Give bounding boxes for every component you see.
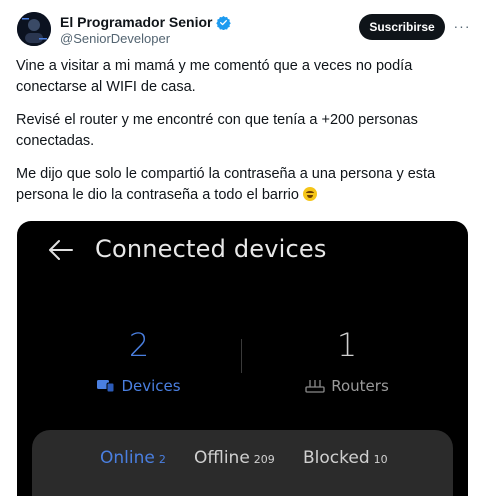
tab-online-label: Online [100, 448, 155, 468]
tab-blocked[interactable]: Blocked 10 [303, 448, 388, 468]
tab-online-count: 2 [158, 453, 166, 466]
tab-online[interactable]: Online 2 [100, 448, 166, 468]
devices-label-row: Devices [89, 377, 189, 395]
tab-offline-count: 209 [253, 453, 275, 466]
routers-count: 1 [336, 326, 358, 364]
avatar-image [17, 12, 51, 46]
tab-blocked-label: Blocked [303, 448, 370, 468]
devices-label: Devices [121, 377, 181, 395]
router-icon [305, 380, 325, 393]
routers-stat: 1 Routers [289, 325, 405, 395]
author-name-row[interactable]: El Programador Senior [60, 14, 232, 30]
tweet-paragraph-text: Me dijo que solo le compartió la contras… [16, 166, 436, 203]
routers-label-row: Routers [289, 377, 405, 395]
back-arrow-icon [49, 240, 73, 260]
tweet-paragraph: Revisé el router y me encontré con que t… [16, 112, 418, 149]
avatar[interactable] [17, 12, 51, 46]
more-options-icon[interactable]: ··· [452, 16, 472, 36]
user-handle[interactable]: @SeniorDeveloper [60, 31, 170, 46]
verified-badge-icon [216, 15, 232, 30]
screen-title: Connected devices [95, 235, 327, 263]
devices-icon [97, 380, 115, 393]
tab-blocked-count: 10 [373, 453, 388, 466]
device-tabs-bar: Online 2 Offline 209 Blocked 10 [32, 430, 453, 496]
display-name[interactable]: El Programador Senior [60, 14, 212, 30]
tab-offline[interactable]: Offline 209 [194, 448, 275, 468]
devices-count: 2 [128, 326, 150, 364]
routers-label: Routers [331, 377, 389, 395]
devices-stat: 2 Devices [89, 325, 189, 395]
tweet-paragraph: Me dijo que solo le compartió la contras… [16, 164, 468, 206]
rolling-on-floor-laughing-icon [302, 187, 317, 201]
tweet-text: Vine a visitar a mi mamá y me comentó qu… [16, 56, 468, 218]
stats-divider [241, 339, 242, 373]
tweet: El Programador Senior @SeniorDeveloper S… [0, 0, 484, 496]
tweet-paragraph: Vine a visitar a mi mamá y me comentó qu… [16, 58, 413, 95]
tab-offline-label: Offline [194, 448, 250, 468]
tweet-media-image[interactable]: Connected devices 2 Devices 1 Routers On… [17, 221, 468, 496]
subscribe-button[interactable]: Suscribirse [359, 14, 445, 40]
